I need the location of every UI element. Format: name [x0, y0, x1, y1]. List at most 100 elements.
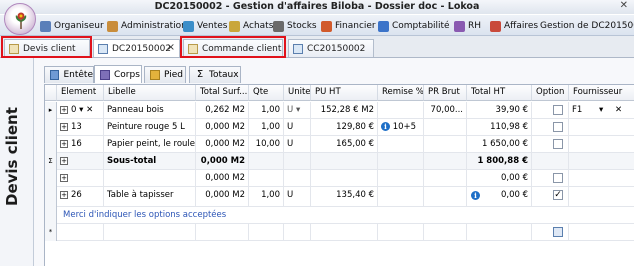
- cell-total-ht[interactable]: [467, 224, 532, 241]
- new-row-marker[interactable]: *: [45, 224, 57, 241]
- cell-total-ht[interactable]: 39,90 €: [467, 102, 532, 119]
- cell-remise[interactable]: [378, 187, 424, 207]
- cell-libelle[interactable]: Table à tapisser: [104, 187, 196, 207]
- tab-dc20150002[interactable]: DC20150002 ×: [93, 39, 180, 57]
- cell-option[interactable]: [532, 136, 569, 153]
- option-checkbox[interactable]: [553, 139, 563, 149]
- cell-pr-brut[interactable]: [424, 187, 467, 207]
- new-row[interactable]: *: [45, 224, 634, 241]
- cell-surface[interactable]: 0,000 M2: [196, 170, 249, 187]
- cell-surface[interactable]: 0,262 M2: [196, 102, 249, 119]
- cell-option[interactable]: [532, 224, 569, 241]
- cell-remise[interactable]: [378, 136, 424, 153]
- window-close-icon[interactable]: ✕: [620, 0, 628, 11]
- cell-pu-ht[interactable]: 129,80 €: [311, 119, 378, 136]
- menu-comptabilite[interactable]: Comptabilité: [378, 19, 450, 33]
- cell-fournisseur[interactable]: [569, 153, 634, 170]
- cell-qte[interactable]: [249, 153, 284, 170]
- cell-pu-ht[interactable]: [311, 224, 378, 241]
- col-pu-ht[interactable]: PU HT: [311, 85, 378, 101]
- cell-unite[interactable]: [284, 170, 311, 187]
- table-row[interactable]: + 0,000 M2 0,00 €: [45, 170, 634, 187]
- cell-option[interactable]: [532, 119, 569, 136]
- cell-libelle[interactable]: Papier peint, le rouleau: [104, 136, 196, 153]
- cell-qte[interactable]: 1,00: [249, 102, 284, 119]
- clear-icon[interactable]: ✕: [615, 102, 622, 118]
- tab-commande-client[interactable]: Commande client: [183, 39, 283, 57]
- tab-corps[interactable]: Corps: [94, 65, 142, 83]
- row-selector[interactable]: [45, 207, 57, 224]
- delete-row-icon[interactable]: ✕: [86, 105, 93, 115]
- cell-element[interactable]: +16: [57, 136, 104, 153]
- info-icon[interactable]: i: [381, 122, 390, 131]
- note-row[interactable]: Merci d'indiquer les options acceptées: [45, 207, 634, 224]
- cell-qte[interactable]: 1,00: [249, 187, 284, 207]
- menu-gestion-document[interactable]: Gestion de DC20150002: [540, 19, 634, 33]
- cell-qte[interactable]: 10,00: [249, 136, 284, 153]
- cell-pr-brut[interactable]: 70,00...: [424, 102, 467, 119]
- cell-pu-ht[interactable]: 152,28 € M2: [311, 102, 378, 119]
- row-selector[interactable]: ▸: [45, 102, 57, 119]
- tab-cc20150002[interactable]: CC20150002: [288, 39, 374, 57]
- cell-unite[interactable]: U: [284, 187, 311, 207]
- cell-element[interactable]: [57, 224, 104, 241]
- cell-element[interactable]: +13: [57, 119, 104, 136]
- cell-surface[interactable]: 0,000 M2: [196, 136, 249, 153]
- col-unite[interactable]: Unite: [284, 85, 311, 101]
- expand-icon[interactable]: +: [60, 139, 68, 148]
- cell-pr-brut[interactable]: [424, 170, 467, 187]
- cell-unite[interactable]: U: [284, 136, 311, 153]
- tab-entete[interactable]: Entête: [44, 66, 94, 83]
- cell-remise[interactable]: [378, 224, 424, 241]
- menu-organiseur[interactable]: Organiseur: [40, 19, 104, 33]
- cell-surface[interactable]: 0,000 M2: [196, 119, 249, 136]
- menu-stocks[interactable]: Stocks: [273, 19, 317, 33]
- cell-libelle[interactable]: [104, 170, 196, 187]
- dropdown-arrow-icon[interactable]: ▾: [599, 102, 603, 118]
- menu-rh[interactable]: RH: [454, 19, 481, 33]
- cell-total-ht[interactable]: 110,98 €: [467, 119, 532, 136]
- table-row[interactable]: +26 Table à tapisser 0,000 M2 1,00 U 135…: [45, 187, 634, 207]
- menu-affaires[interactable]: Affaires: [490, 19, 538, 33]
- subtotal-row[interactable]: Σ + Sous-total 0,000 M2 1 800,88 €: [45, 153, 634, 170]
- col-total-ht[interactable]: Total HT: [467, 85, 532, 101]
- cell-surface[interactable]: 0,000 M2: [196, 187, 249, 207]
- cell-pr-brut[interactable]: [424, 224, 467, 241]
- cell-total-ht[interactable]: 1 800,88 €: [467, 153, 532, 170]
- table-row[interactable]: +13 Peinture rouge 5 L 0,000 M2 1,00 U 1…: [45, 119, 634, 136]
- expand-icon[interactable]: +: [60, 122, 68, 131]
- cell-option[interactable]: [532, 102, 569, 119]
- cell-fournisseur[interactable]: [569, 187, 634, 207]
- cell-remise[interactable]: [378, 102, 424, 119]
- menu-financier[interactable]: Financier: [321, 19, 376, 33]
- dropdown-arrow-icon[interactable]: ▾: [296, 105, 300, 115]
- cell-libelle[interactable]: [104, 224, 196, 241]
- cell-surface[interactable]: 0,000 M2: [196, 153, 249, 170]
- cell-pu-ht[interactable]: 165,00 €: [311, 136, 378, 153]
- cell-element[interactable]: +0 ▾ ✕: [57, 102, 104, 119]
- cell-libelle[interactable]: Panneau bois: [104, 102, 196, 119]
- expand-icon[interactable]: +: [60, 190, 68, 199]
- menu-achats[interactable]: Achats: [229, 19, 273, 33]
- cell-unite[interactable]: U: [284, 119, 311, 136]
- row-selector[interactable]: [45, 170, 57, 187]
- cell-unite[interactable]: [284, 153, 311, 170]
- cell-fournisseur[interactable]: [569, 170, 634, 187]
- cell-pu-ht[interactable]: [311, 170, 378, 187]
- note-text[interactable]: Merci d'indiquer les options acceptées: [57, 207, 532, 224]
- app-logo[interactable]: [4, 3, 36, 35]
- expand-icon[interactable]: +: [60, 173, 68, 182]
- cell-total-ht[interactable]: 1 650,00 €: [467, 136, 532, 153]
- cell-remise[interactable]: i 10+5: [378, 119, 424, 136]
- cell-remise[interactable]: [378, 170, 424, 187]
- row-selector[interactable]: [45, 119, 57, 136]
- cell-total-ht[interactable]: i 0,00 €: [467, 187, 532, 207]
- cell-pu-ht[interactable]: 135,40 €: [311, 187, 378, 207]
- table-row[interactable]: ▸ +0 ▾ ✕ Panneau bois 0,262 M2 1,00 U ▾ …: [45, 102, 634, 119]
- cell-option[interactable]: [532, 153, 569, 170]
- cell-fournisseur[interactable]: [569, 136, 634, 153]
- cell-pr-brut[interactable]: [424, 119, 467, 136]
- col-qte[interactable]: Qte: [249, 85, 284, 101]
- cell-element[interactable]: +26: [57, 187, 104, 207]
- col-fournisseur[interactable]: Fournisseur: [569, 85, 634, 101]
